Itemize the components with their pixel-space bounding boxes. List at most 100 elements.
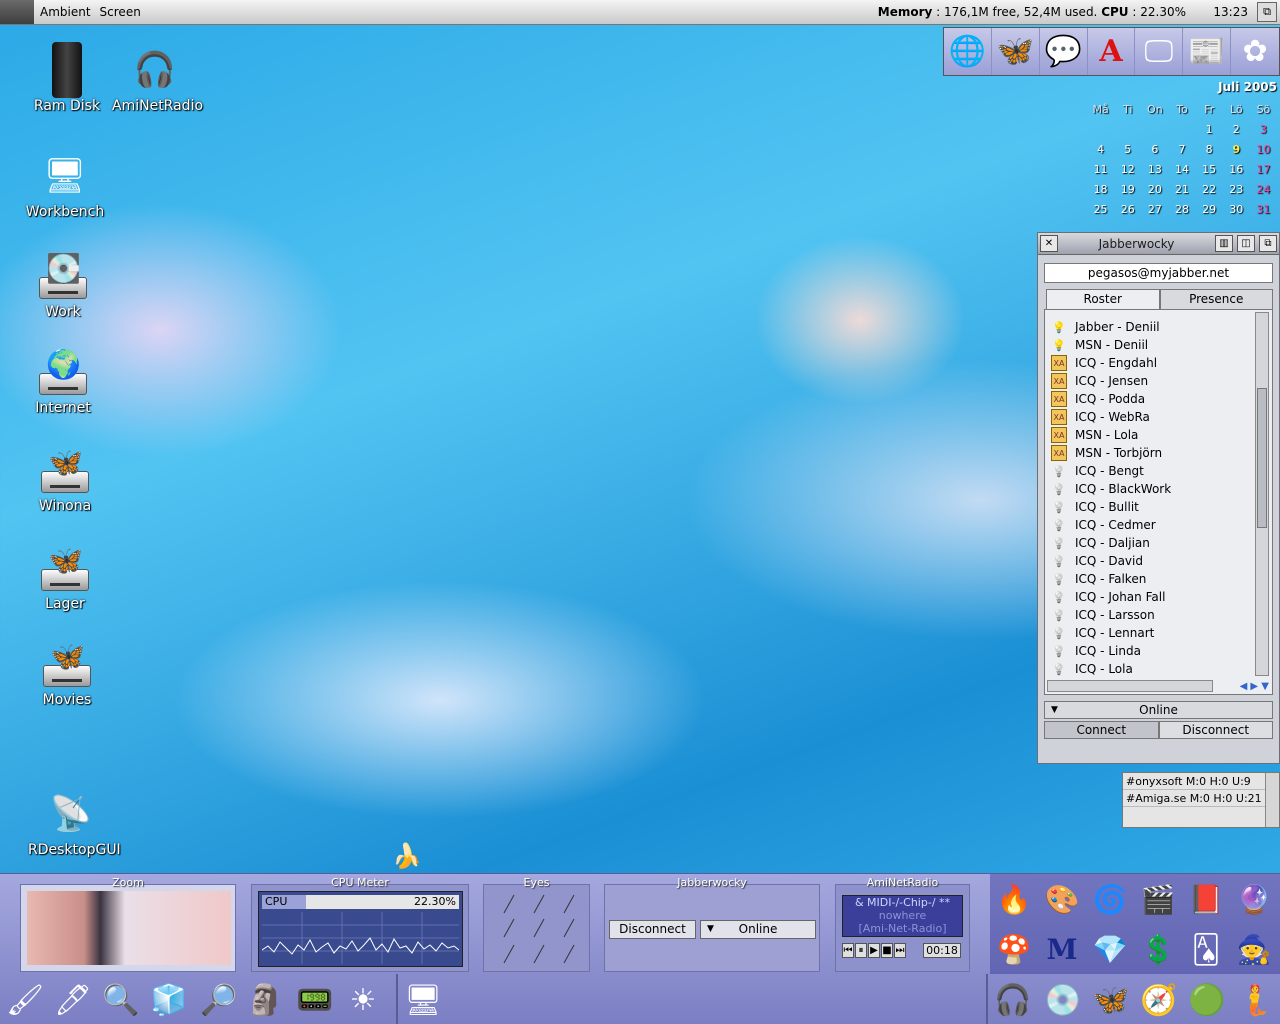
iconify-icon[interactable]: ▥ — [1215, 235, 1233, 252]
stop-icon[interactable]: ■ — [881, 943, 893, 958]
headphones-icon[interactable]: 🎧 — [990, 977, 1036, 1023]
next-icon[interactable]: ⏭ — [894, 943, 906, 958]
calendar-widget: Juli 2005 Må Ti On To Fr Lö Sö 123 45678… — [1087, 80, 1277, 219]
roster-contact[interactable]: 💡 ICQ - Johan Fall — [1051, 588, 1248, 606]
ambient-logo-icon[interactable] — [0, 0, 34, 24]
desktop-icon-work[interactable]: 💽 Work — [20, 248, 106, 320]
book-icon[interactable]: 📕 — [1182, 874, 1230, 924]
desktop-icon-lager[interactable]: 🦋 Lager — [22, 540, 108, 612]
roster-contact[interactable]: 💡 Jabber - Deniil — [1051, 318, 1248, 336]
irc-channel[interactable]: #Amiga.se M:0 H:0 U:21 — [1123, 790, 1279, 807]
roster-contact[interactable]: 💡 ICQ - Bullit — [1051, 498, 1248, 516]
irc-channel[interactable]: #onyxsoft M:0 H:0 U:9 — [1123, 773, 1279, 790]
cpu-meter-panel: CPU Meter CPU 22.30% — [251, 876, 469, 972]
roster-contact[interactable]: 💡 ICQ - Larsson — [1051, 606, 1248, 624]
window-titlebar[interactable]: ✕ Jabberwocky ▥ ◫ ⧉ — [1038, 233, 1279, 255]
memory-value: : 176,1M free, 52,4M used. — [932, 5, 1098, 19]
tab-presence[interactable]: Presence — [1159, 289, 1273, 309]
fire-icon[interactable]: 🔥 — [990, 874, 1038, 924]
scroll-thumb[interactable] — [1257, 388, 1267, 528]
spiral-icon[interactable]: 🌀 — [1086, 874, 1134, 924]
roster-contact[interactable]: 💡 MSN - Deniil — [1051, 336, 1248, 354]
monitor-icon[interactable]: 📟 — [292, 977, 338, 1023]
memory-cpu-status: Memory : 176,1M free, 52,4M used. CPU : … — [878, 5, 1186, 19]
cards-icon[interactable]: 🂡 — [1182, 924, 1230, 974]
green-orb-icon[interactable]: 🟢 — [1184, 977, 1230, 1023]
sun-icon[interactable]: ☀ — [340, 977, 386, 1023]
irc-scrollbar[interactable] — [1265, 773, 1279, 827]
girl-icon[interactable]: 🧜 — [1232, 977, 1278, 1023]
desktop-icon-rdesktopgui[interactable]: 📡 RDesktopGUI — [28, 786, 121, 858]
compass-icon[interactable]: 🧭 — [1136, 977, 1182, 1023]
flower-icon[interactable]: ✿ — [1231, 28, 1279, 75]
depth-icon[interactable]: ⧉ — [1259, 235, 1277, 252]
dock-disconnect-button[interactable]: Disconnect — [609, 920, 696, 939]
roster-contact[interactable]: 💡 ICQ - Daljian — [1051, 534, 1248, 552]
amiga-a-icon[interactable]: A — [1088, 28, 1136, 75]
dock-status-select[interactable]: ▼ Online — [700, 920, 816, 939]
roster-contact[interactable]: XA ICQ - Jensen — [1051, 372, 1248, 390]
offline-bulb-icon: 💡 — [1052, 608, 1066, 622]
magnifier-icon[interactable]: 🔍 — [98, 977, 144, 1023]
globe-icon[interactable]: 🌐 — [944, 28, 992, 75]
desktop-icon-internet[interactable]: 🌍 Internet — [20, 344, 106, 416]
dollar-icon[interactable]: 💲 — [1134, 924, 1182, 974]
roster-contact[interactable]: 💡 ICQ - BlackWork — [1051, 480, 1248, 498]
newspaper-man-icon[interactable]: 📰 — [1183, 28, 1232, 75]
close-icon[interactable]: ✕ — [1040, 235, 1058, 252]
prev-icon[interactable]: ⏮ — [842, 943, 854, 958]
tribal-icon[interactable]: 🗿 — [242, 977, 288, 1023]
roster-contact[interactable]: 💡 ICQ - Cedmer — [1051, 516, 1248, 534]
pen-icon[interactable]: 🖊 — [50, 977, 96, 1023]
roster-contact[interactable]: 💡 ICQ - Falken — [1051, 570, 1248, 588]
disconnect-button[interactable]: Disconnect — [1158, 721, 1273, 739]
zoom-icon[interactable]: ◫ — [1237, 235, 1255, 252]
cube-icon[interactable]: 🧊 — [146, 977, 192, 1023]
tab-roster[interactable]: Roster — [1046, 289, 1160, 309]
play-icon[interactable]: ▶ — [868, 943, 880, 958]
roster-contact[interactable]: XA MSN - Torbjörn — [1051, 444, 1248, 462]
desktop-icon-winona[interactable]: 🦋 Winona — [22, 442, 108, 514]
clapper-icon[interactable]: 🎬 — [1134, 874, 1182, 924]
menu-ambient[interactable]: Ambient — [40, 5, 91, 19]
vertical-scrollbar[interactable] — [1255, 312, 1269, 676]
desktop-icon-ramdisk[interactable]: Ram Disk — [24, 42, 110, 114]
desktop-icon-movies[interactable]: 🦋 Movies — [24, 636, 110, 708]
mario-icon[interactable]: 🍄 — [990, 924, 1038, 974]
email-butterfly-icon[interactable]: 🦋 — [992, 28, 1040, 75]
roster-contact[interactable]: XA ICQ - Engdahl — [1051, 354, 1248, 372]
connect-button[interactable]: Connect — [1044, 721, 1159, 739]
dancing-banana-icon: 🍌 — [392, 842, 422, 870]
m-logo-icon[interactable]: M — [1038, 924, 1086, 974]
paint-icon[interactable]: 🎨 — [1038, 874, 1086, 924]
roster-contact[interactable]: 💡 ICQ - Linda — [1051, 642, 1248, 660]
gem-icon[interactable]: 💎 — [1086, 924, 1134, 974]
roster-contact[interactable]: 💡 ICQ - David — [1051, 552, 1248, 570]
terminal-icon[interactable]: 🖵 — [1135, 28, 1184, 75]
butterfly-icon[interactable]: 🦋 — [1088, 977, 1134, 1023]
mplayer-disc-icon[interactable]: 💿 — [1040, 977, 1086, 1023]
paint-brush-icon[interactable]: 🖌 — [2, 977, 48, 1023]
roster-contact[interactable]: 💡 ICQ - Lennart — [1051, 624, 1248, 642]
search-icon[interactable]: 🔎 — [196, 977, 242, 1023]
menu-screen[interactable]: Screen — [100, 5, 141, 19]
status-select[interactable]: ▼ Online — [1044, 701, 1273, 719]
roster-contact[interactable]: XA ICQ - WebRa — [1051, 408, 1248, 426]
status-select-value: Online — [1139, 703, 1178, 717]
lucas-icon[interactable]: 🧙 — [1230, 924, 1278, 974]
desktop-icon-workbench[interactable]: 🖥 Workbench — [22, 148, 108, 220]
screen-depth-icon[interactable]: ⧉ — [1257, 2, 1277, 22]
roster-contact[interactable]: XA MSN - Lola — [1051, 426, 1248, 444]
remote-desktop-icon[interactable]: 🖥 — [400, 977, 446, 1023]
account-field[interactable]: pegasos@myjabber.net — [1044, 263, 1273, 283]
desktop-icon-aminetradio[interactable]: 🎧 AmiNetRadio — [112, 42, 203, 114]
pause-icon[interactable]: ⏸ — [855, 943, 867, 958]
scroll-arrows-icon[interactable]: ◀ ▶ ▼ — [1240, 681, 1269, 692]
calendar-month: Juli — [1218, 80, 1240, 94]
roster-contact[interactable]: 💡 ICQ - Bengt — [1051, 462, 1248, 480]
roster-contact[interactable]: 💡 ICQ - Lola — [1051, 660, 1248, 678]
roster-contact[interactable]: XA ICQ - Podda — [1051, 390, 1248, 408]
chat-bubbles-icon[interactable]: 💬 — [1040, 28, 1088, 75]
horizontal-scrollbar[interactable] — [1047, 680, 1213, 692]
sphere-icon[interactable]: 🔮 — [1230, 874, 1278, 924]
